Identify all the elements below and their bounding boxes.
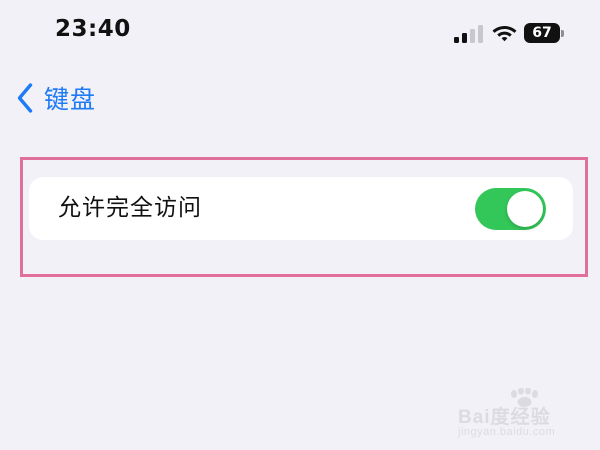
chevron-left-icon xyxy=(17,83,33,113)
battery-cap xyxy=(561,30,564,37)
back-label: 键盘 xyxy=(44,85,97,114)
cellular-signal-icon xyxy=(454,25,483,43)
watermark: Bai度经验 jingyan.baidu.com xyxy=(458,388,588,444)
watermark-url: jingyan.baidu.com xyxy=(458,426,556,438)
battery-icon: 67 xyxy=(524,23,565,43)
battery-level: 67 xyxy=(532,25,552,41)
back-button[interactable]: 键盘 xyxy=(16,80,96,116)
settings-group: 允许完全访问 xyxy=(29,177,573,240)
full-access-toggle[interactable] xyxy=(475,188,546,230)
status-time: 23:40 xyxy=(55,16,131,42)
toggle-knob xyxy=(507,191,543,227)
wifi-icon xyxy=(492,26,517,42)
watermark-text: Bai度经验 xyxy=(458,407,551,428)
status-bar: 23:40 67 xyxy=(0,0,600,68)
setting-label: 允许完全访问 xyxy=(58,195,202,221)
